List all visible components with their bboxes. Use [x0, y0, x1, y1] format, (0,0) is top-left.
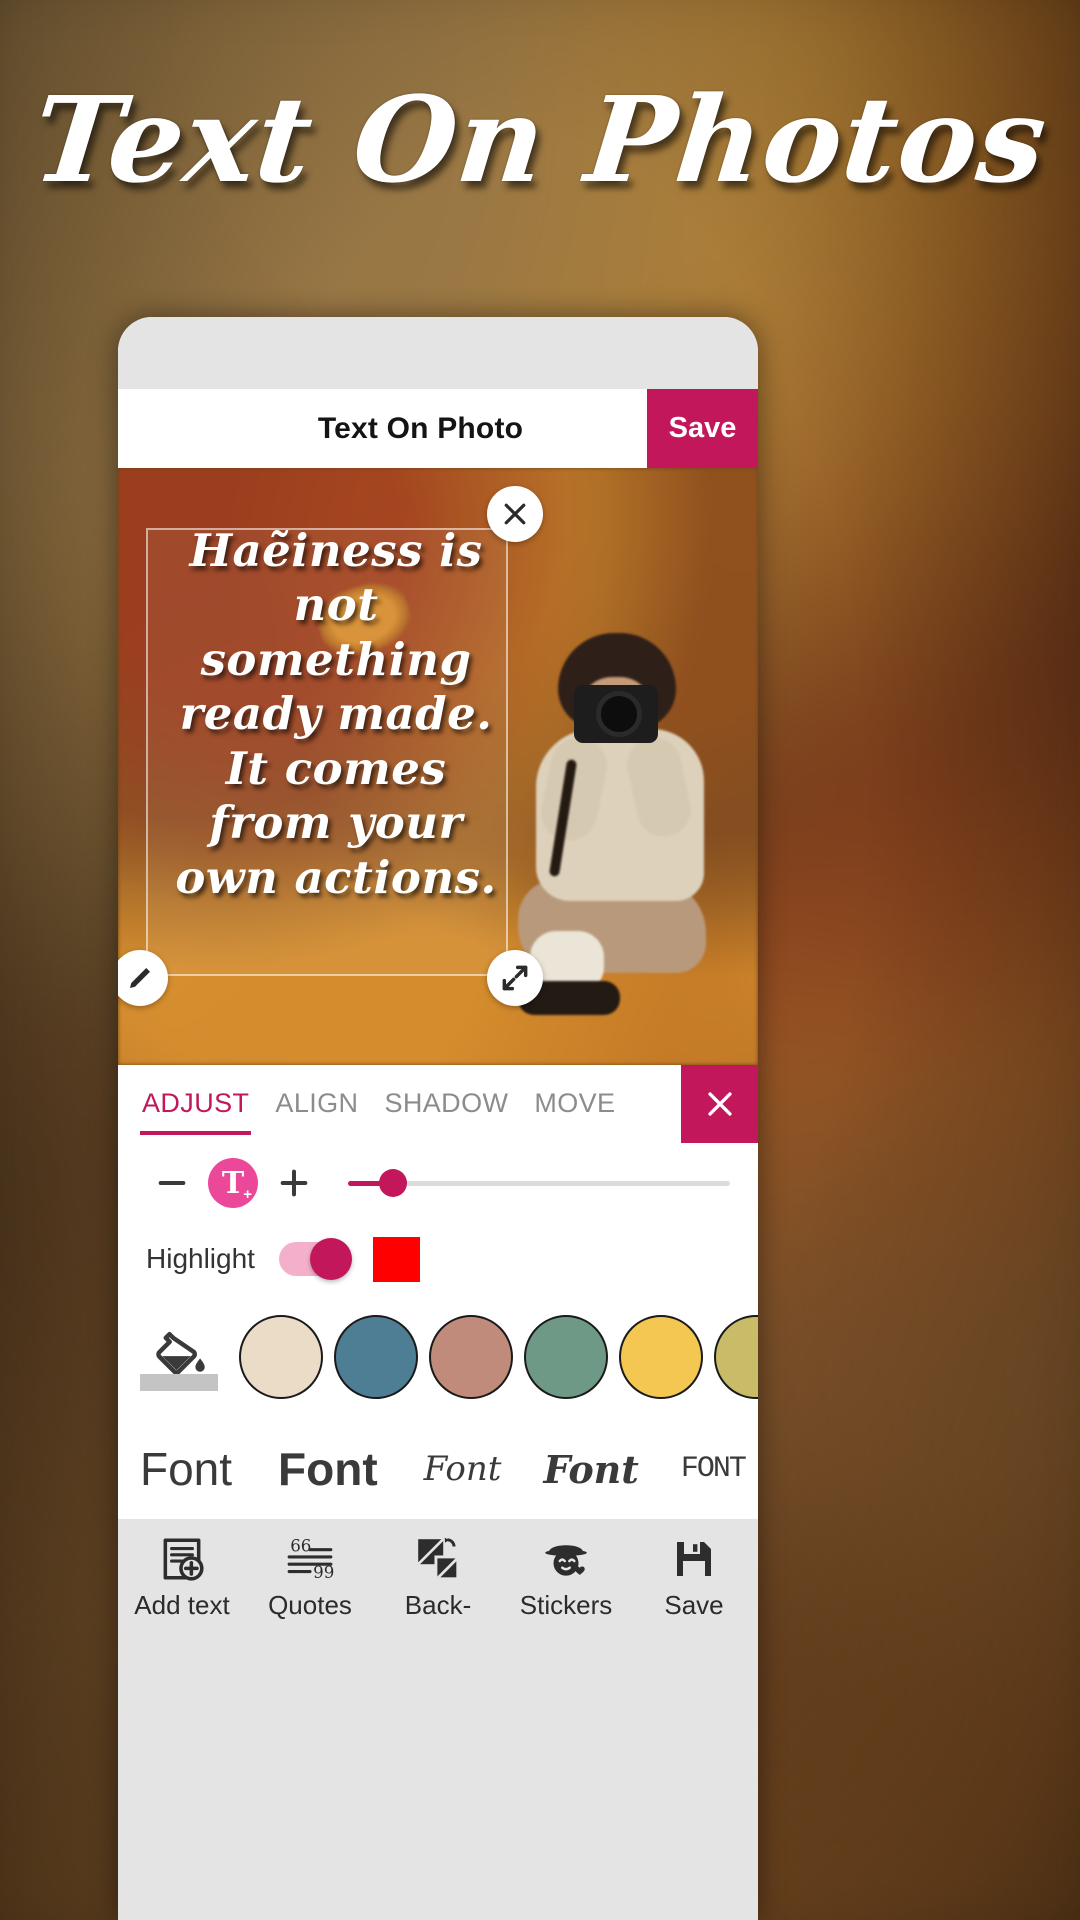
- nav-label-stickers: Stickers: [519, 1590, 613, 1620]
- close-icon[interactable]: [487, 486, 543, 542]
- color-swatch-3[interactable]: [429, 1315, 513, 1399]
- paint-bucket-underline: [140, 1374, 218, 1391]
- highlight-toggle[interactable]: [278, 1238, 352, 1280]
- tab-list: ADJUST ALIGN SHADOW MOVE: [118, 1065, 681, 1143]
- text-size-glyph: T: [221, 1165, 245, 1201]
- svg-text:66: 66: [290, 1537, 311, 1556]
- save-button[interactable]: Save: [647, 389, 758, 468]
- highlight-color-swatch[interactable]: [372, 1236, 420, 1282]
- highlight-label: Highlight: [146, 1243, 255, 1274]
- increase-size-button[interactable]: [268, 1157, 320, 1209]
- camera-lens: [596, 691, 642, 737]
- tab-move[interactable]: MOVE: [532, 1074, 617, 1135]
- slider-thumb[interactable]: [378, 1169, 407, 1197]
- tab-adjust[interactable]: ADJUST: [140, 1074, 252, 1135]
- nav-item-add-text[interactable]: Add text: [118, 1533, 246, 1619]
- decrease-size-button[interactable]: [146, 1157, 198, 1209]
- bottom-navigation-bar: Add text 66 99 Quotes Back- Stickers Sav…: [118, 1519, 758, 1647]
- nav-label-quotes: Quotes: [268, 1590, 352, 1620]
- nav-item-background[interactable]: Back-: [374, 1533, 502, 1619]
- tab-shadow[interactable]: SHADOW: [382, 1074, 510, 1135]
- save-disk-icon: [668, 1533, 720, 1585]
- tab-bar: ADJUST ALIGN SHADOW MOVE: [118, 1065, 758, 1143]
- font-option-2[interactable]: Font: [278, 1442, 378, 1496]
- page-title: Text On Photo: [317, 411, 524, 445]
- highlight-toggle-knob: [309, 1238, 352, 1280]
- add-text-icon: [156, 1533, 208, 1585]
- font-picker-row: Font Font Font Font FONT Font F: [118, 1419, 758, 1519]
- panel-close-button[interactable]: [681, 1065, 758, 1143]
- text-size-row: T +: [118, 1143, 758, 1223]
- nav-item-stickers[interactable]: Stickers: [502, 1533, 630, 1619]
- color-palette-row: [118, 1295, 758, 1419]
- quotes-icon: 66 99: [284, 1533, 336, 1585]
- font-option-1[interactable]: Font: [140, 1442, 232, 1496]
- quote-text[interactable]: Haẽiness is not something ready made. It…: [168, 524, 504, 905]
- app-bar: Text On Photo Save: [118, 389, 758, 468]
- text-size-slider[interactable]: [348, 1160, 730, 1206]
- nav-label-save: Save: [664, 1590, 724, 1620]
- highlight-row: Highlight: [118, 1223, 758, 1295]
- font-option-4[interactable]: Font: [543, 1447, 638, 1492]
- resize-icon[interactable]: [487, 950, 543, 1006]
- color-swatch-6[interactable]: [714, 1315, 758, 1399]
- stickers-icon: [540, 1533, 592, 1585]
- phone-bezel: [118, 317, 758, 389]
- nav-label-background: Back-: [404, 1590, 472, 1620]
- phone-mockup: Text On Photo Save Haẽiness is not somet…: [118, 317, 758, 1920]
- background-icon: [412, 1533, 464, 1585]
- photo-canvas[interactable]: Haẽiness is not something ready made. It…: [118, 468, 758, 1065]
- color-swatch-1[interactable]: [239, 1315, 323, 1399]
- nav-item-save[interactable]: Save: [630, 1533, 758, 1619]
- paint-bucket-icon[interactable]: [132, 1307, 228, 1407]
- color-swatch-5[interactable]: [619, 1315, 703, 1399]
- editor-panel: ADJUST ALIGN SHADOW MOVE T + Highlight F…: [118, 1065, 758, 1519]
- font-option-5[interactable]: FONT: [681, 1452, 747, 1486]
- font-option-3[interactable]: Font: [424, 1449, 502, 1489]
- text-size-icon[interactable]: T +: [208, 1158, 258, 1208]
- text-selection-box[interactable]: Haẽiness is not something ready made. It…: [146, 524, 508, 976]
- nav-item-quotes[interactable]: 66 99 Quotes: [246, 1533, 374, 1619]
- text-size-badge: +: [243, 1186, 252, 1203]
- nav-label-add-text: Add text: [134, 1590, 230, 1620]
- color-swatch-2[interactable]: [334, 1315, 418, 1399]
- color-swatch-4[interactable]: [524, 1315, 608, 1399]
- tab-align[interactable]: ALIGN: [273, 1074, 360, 1135]
